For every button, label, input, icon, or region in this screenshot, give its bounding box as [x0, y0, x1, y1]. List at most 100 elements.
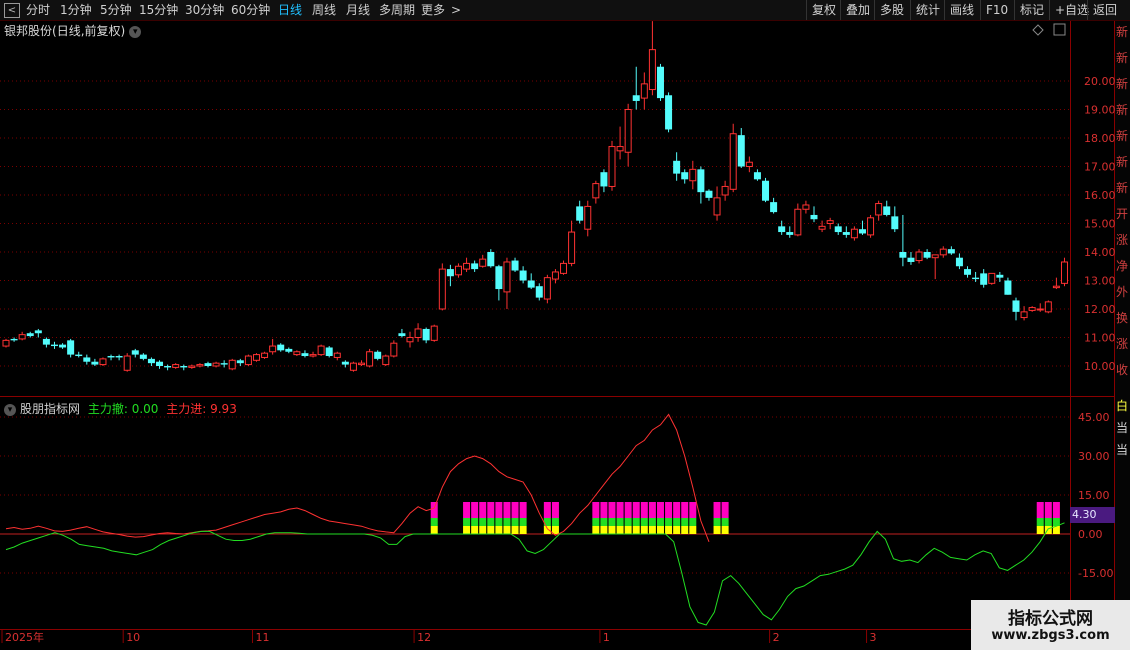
candle-down — [75, 354, 83, 357]
candle-down — [705, 190, 713, 198]
toolbar-right-button[interactable]: F10 — [980, 0, 1013, 20]
candle-down — [770, 202, 778, 213]
signal-bar-yellow — [479, 526, 487, 534]
candle-up — [640, 83, 648, 99]
candle-up — [261, 352, 269, 358]
candle-down — [519, 270, 527, 281]
signal-bar-magenta — [471, 502, 479, 518]
period-button[interactable]: 分时 — [26, 0, 50, 20]
strip-char: 外 — [1116, 285, 1129, 299]
candle-down — [446, 269, 454, 277]
period-button[interactable]: 月线 — [346, 0, 370, 20]
candle-down — [737, 135, 745, 167]
candle-up — [988, 272, 996, 284]
candle-up — [875, 203, 883, 216]
signal-bar-green — [640, 518, 648, 526]
candle-down — [487, 252, 495, 267]
signal-bar-magenta — [656, 502, 664, 518]
candle-down — [42, 338, 50, 345]
candle-up — [729, 133, 737, 190]
signal-bar-green — [713, 518, 721, 526]
back-arrow-icon[interactable]: < — [4, 3, 20, 18]
signal-bar-green — [592, 518, 600, 526]
period-button[interactable]: 5分钟 — [100, 0, 132, 20]
period-button[interactable]: 1分钟 — [60, 0, 92, 20]
candle-up — [826, 220, 834, 224]
main-chart-title: 银邦股份(日线,前复权) ▾ — [4, 22, 142, 39]
candle-up — [1028, 307, 1036, 311]
candle-up — [592, 183, 600, 199]
toolbar-right-button[interactable]: 叠加 — [840, 0, 875, 20]
candle-down — [665, 95, 673, 130]
signal-bar-magenta — [648, 502, 656, 518]
candle-up — [1044, 301, 1052, 313]
signal-bar-yellow — [673, 526, 681, 534]
candle-up — [1020, 311, 1028, 319]
period-button[interactable]: 日线 — [278, 0, 302, 20]
period-button[interactable]: 30分钟 — [185, 0, 224, 20]
candle-down — [786, 232, 794, 235]
indicator-dropdown-icon[interactable]: ▾ — [4, 403, 16, 416]
period-button[interactable]: 15分钟 — [139, 0, 178, 20]
signal-bar-magenta — [430, 502, 438, 518]
toolbar-right-button[interactable]: 标记 — [1014, 0, 1049, 20]
candle-down — [115, 356, 123, 358]
signal-bar-magenta — [632, 502, 640, 518]
period-button[interactable]: 更多 — [421, 0, 445, 20]
candle-down — [980, 273, 988, 285]
toolbar: < 分时 1分钟 5分钟 15分钟 30分钟 60分钟 日线 周线 月线 多周期 更多 > 复权 叠加 多股… — [0, 0, 1130, 21]
more-arrow-icon[interactable]: > — [451, 0, 461, 20]
candle-up — [915, 251, 923, 262]
price-axis-label: 12.00 — [1084, 303, 1116, 316]
candle-down — [325, 347, 333, 357]
candle-down — [907, 257, 915, 262]
period-button[interactable]: 多周期 — [379, 0, 415, 20]
signal-bar-green — [430, 518, 438, 526]
price-axis-label: 13.00 — [1084, 275, 1116, 288]
candle-down — [996, 274, 1004, 278]
signal-bar-magenta — [543, 502, 551, 518]
toolbar-right-button[interactable]: 返回 — [1087, 0, 1122, 20]
candle-up — [608, 146, 616, 187]
strip-char: 当 — [1116, 443, 1129, 457]
candle-up — [867, 217, 875, 236]
strip-char: 新 — [1116, 51, 1129, 65]
indicator-axis-label: 0.00 — [1078, 528, 1103, 541]
candle-down — [576, 206, 584, 221]
strip-char: 涨 — [1116, 337, 1129, 351]
candle-up — [1036, 308, 1044, 311]
signal-bar-yellow — [632, 526, 640, 534]
candle-up — [463, 262, 471, 270]
period-button[interactable]: 60分钟 — [231, 0, 270, 20]
strip-char: 新 — [1116, 155, 1129, 169]
toolbar-right-button[interactable]: 画线 — [944, 0, 979, 20]
period-button[interactable]: 周线 — [312, 0, 336, 20]
candle-up — [212, 362, 220, 367]
toolbar-right-button[interactable]: 多股 — [874, 0, 909, 20]
signal-bar-green — [665, 518, 673, 526]
candle-up — [172, 364, 180, 368]
candle-up — [1052, 285, 1060, 289]
candle-up — [560, 262, 568, 274]
strip-char: 换 — [1116, 311, 1129, 325]
candle-up — [123, 355, 131, 371]
candle-up — [293, 351, 301, 356]
indicator-title: ▾ 股朋指标网 主力撤: 0.00 主力进: 9.93 — [4, 400, 237, 417]
toolbar-right-button[interactable]: 统计 — [910, 0, 945, 20]
candle-down — [1012, 300, 1020, 312]
indicator-current-tag: 4.30 — [1070, 507, 1115, 523]
price-axis-label: 20.00 — [1084, 75, 1116, 88]
strip-char: 收 — [1116, 363, 1129, 377]
candle-up — [2, 339, 10, 347]
signal-bar-magenta — [640, 502, 648, 518]
candle-up — [430, 325, 438, 341]
candle-down — [964, 269, 972, 275]
candle-down — [236, 360, 244, 364]
candle-down — [204, 363, 212, 366]
candle-down — [277, 344, 285, 351]
signal-bar-yellow — [543, 526, 551, 534]
candle-down — [778, 226, 786, 233]
title-dropdown-icon[interactable]: ▾ — [129, 25, 142, 38]
candle-up — [584, 205, 592, 230]
toolbar-right-button[interactable]: 复权 — [806, 0, 841, 20]
